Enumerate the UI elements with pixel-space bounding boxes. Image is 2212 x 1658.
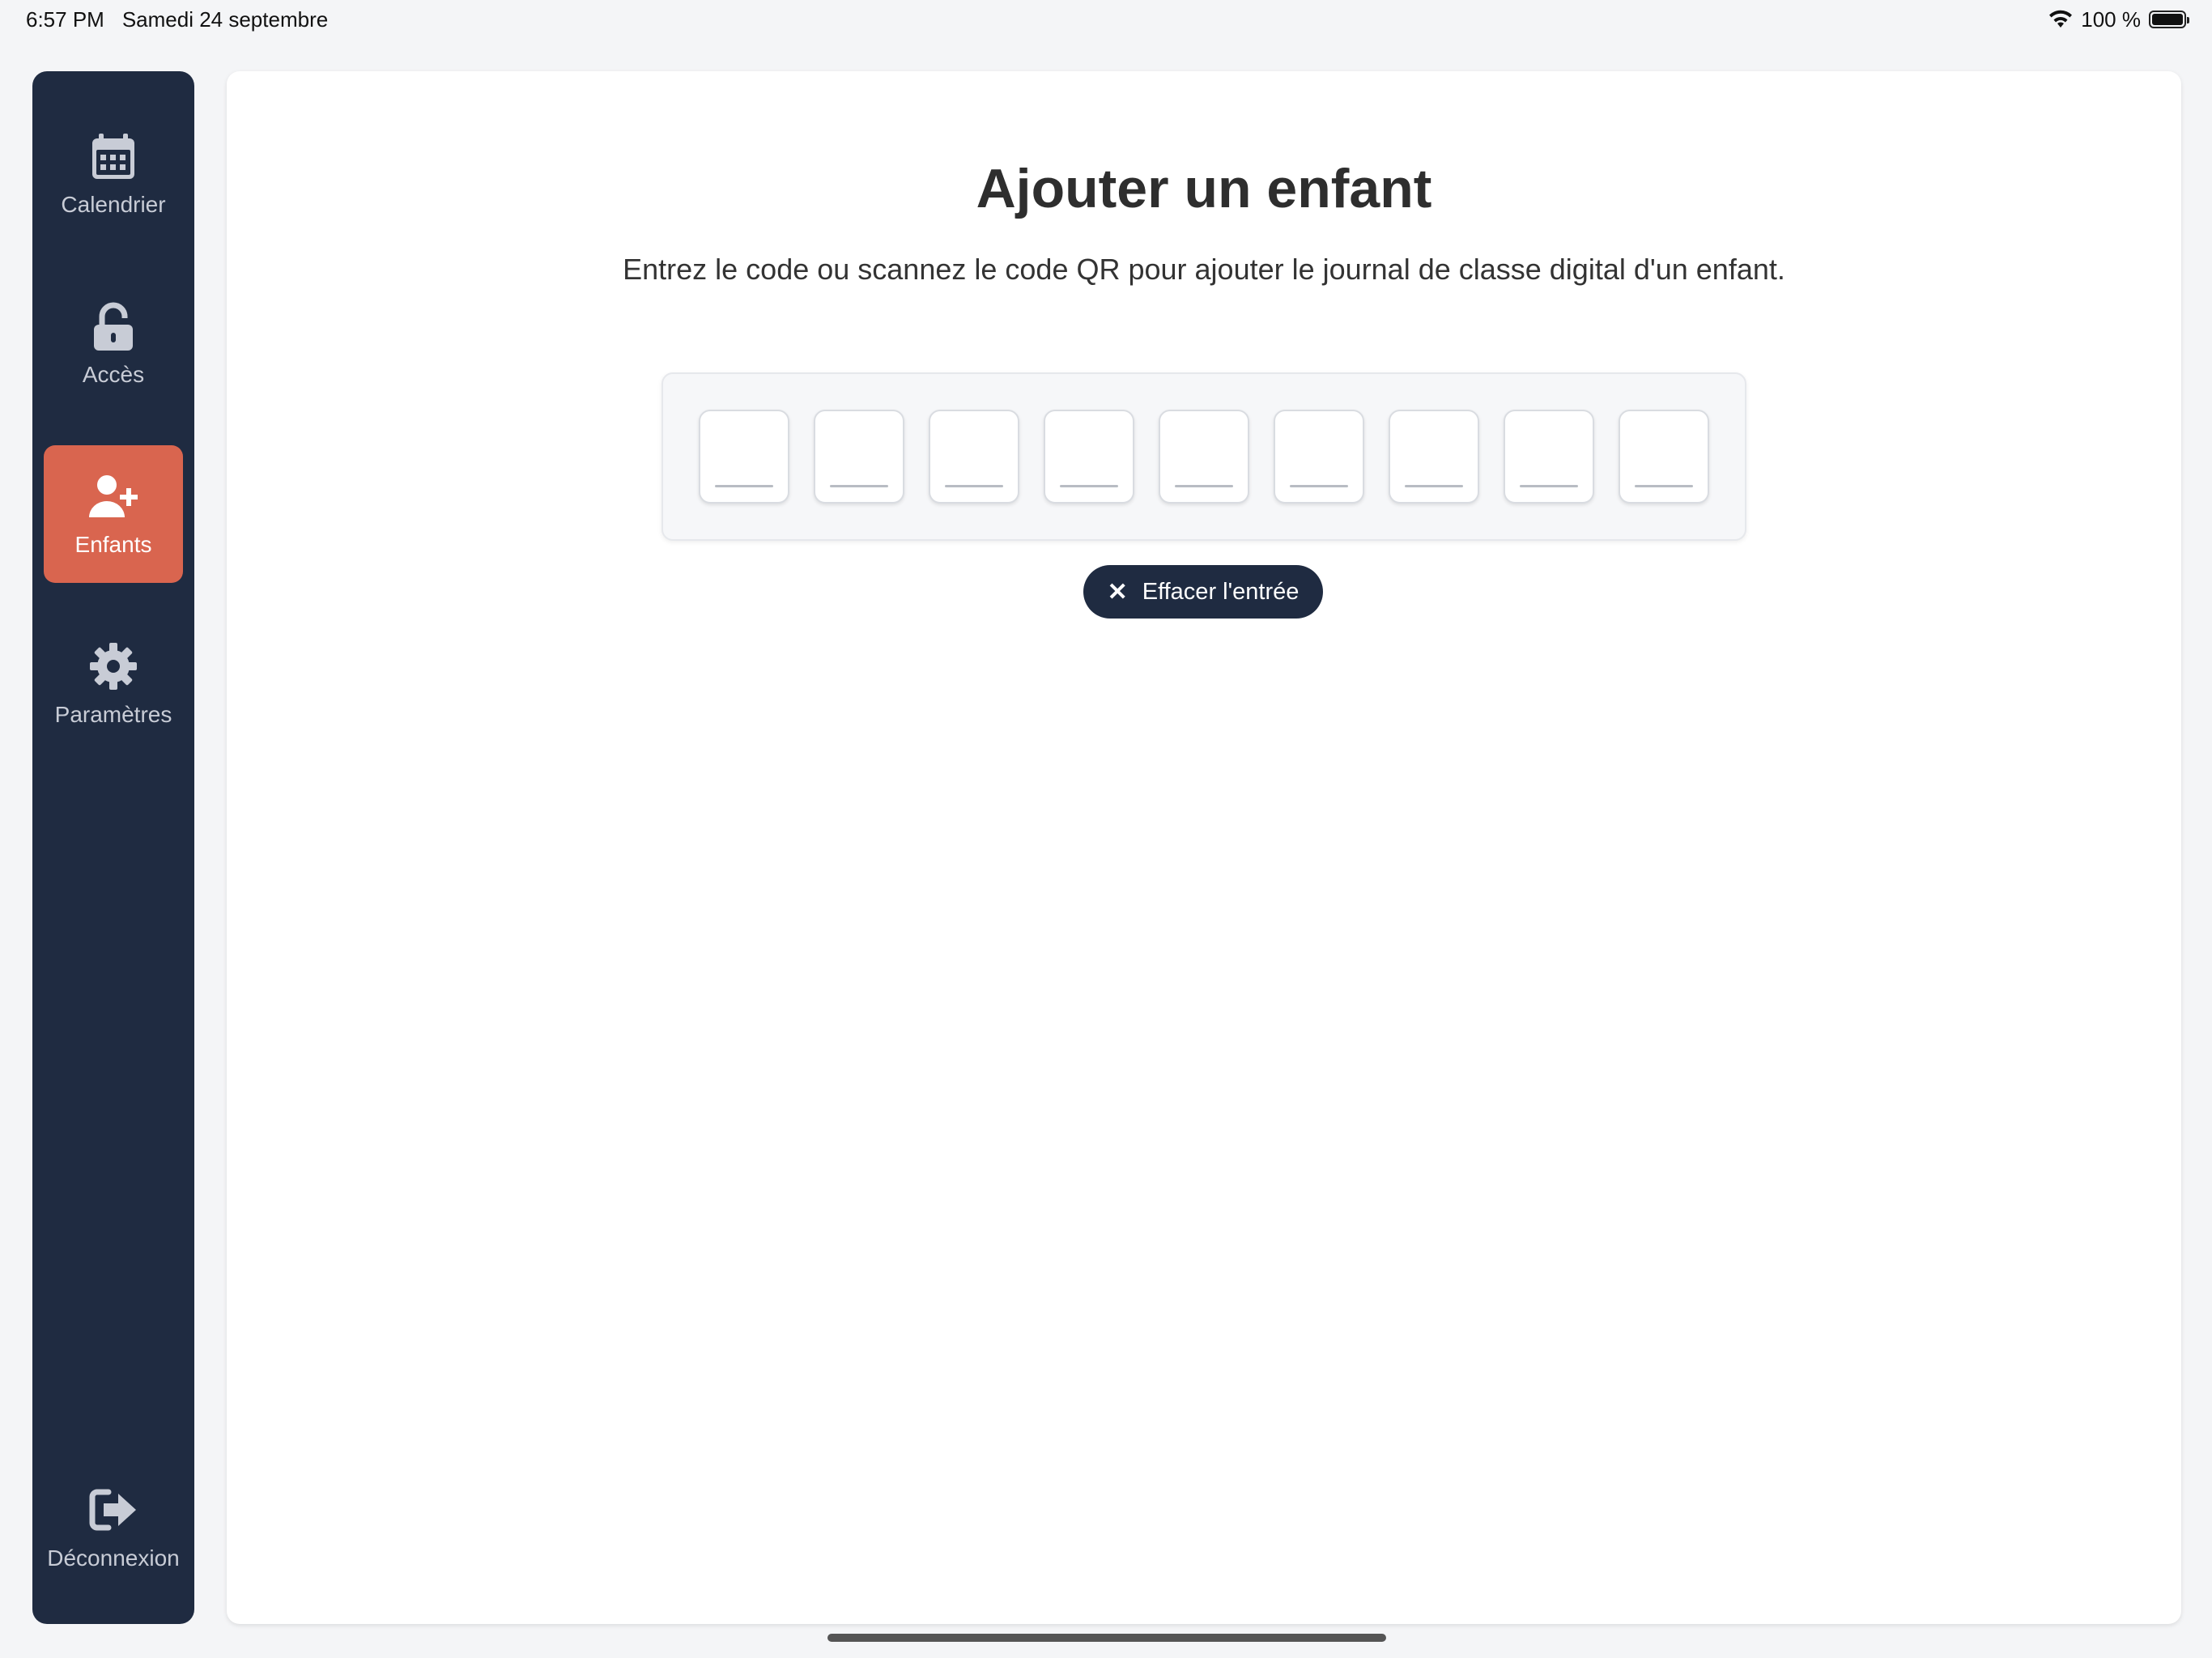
code-digit-input[interactable] (1274, 410, 1364, 504)
clear-entry-label: Effacer l'entrée (1142, 578, 1300, 605)
code-digit-input[interactable] (699, 410, 789, 504)
code-digit-input[interactable] (1159, 410, 1249, 504)
code-digit-input[interactable] (1504, 410, 1594, 504)
status-bar: 6:57 PM Samedi 24 septembre 100 % (0, 0, 2212, 39)
code-digit-input[interactable] (1389, 410, 1479, 504)
gear-icon (90, 643, 137, 690)
status-date: Samedi 24 septembre (121, 6, 329, 32)
page-subtitle: Entrez le code ou scannez le code QR pou… (623, 253, 1785, 286)
code-digit-input[interactable] (814, 410, 904, 504)
battery-percent: 100 % (2081, 6, 2141, 32)
sidebar-item-acces[interactable]: Accès (44, 275, 183, 413)
sign-out-icon (89, 1489, 136, 1531)
code-digit-input[interactable] (929, 410, 1019, 504)
battery-icon (2149, 11, 2189, 28)
sidebar-item-label: Enfants (74, 532, 152, 557)
sidebar-item-enfants[interactable]: Enfants (44, 445, 183, 583)
home-indicator[interactable] (827, 1634, 1386, 1642)
clear-entry-button[interactable]: ✕ Effacer l'entrée (1083, 565, 1323, 619)
logout-button[interactable]: Déconnexion (44, 1459, 183, 1596)
sidebar-item-parametres[interactable]: Paramètres (44, 615, 183, 753)
close-icon: ✕ (1107, 578, 1128, 606)
code-digit-input[interactable] (1044, 410, 1134, 504)
code-digit-input[interactable] (1619, 410, 1709, 504)
sidebar-item-label: Calendrier (61, 192, 166, 217)
status-time: 6:57 PM (26, 6, 104, 32)
code-entry-box (661, 372, 1746, 541)
main-panel: Ajouter un enfant Entrez le code ou scan… (227, 71, 2181, 1624)
sidebar-item-label: Paramètres (54, 702, 172, 727)
sidebar-item-label: Accès (82, 362, 145, 387)
wifi-icon (2049, 10, 2073, 28)
sidebar: Calendrier Accès Enfants Paramètres Déco… (32, 71, 194, 1624)
user-plus-icon (89, 475, 138, 517)
logout-label: Déconnexion (47, 1545, 180, 1571)
sidebar-item-calendrier[interactable]: Calendrier (44, 105, 183, 243)
page-title: Ajouter un enfant (976, 158, 1432, 219)
calendar-icon (92, 134, 134, 179)
unlock-icon (94, 302, 133, 351)
